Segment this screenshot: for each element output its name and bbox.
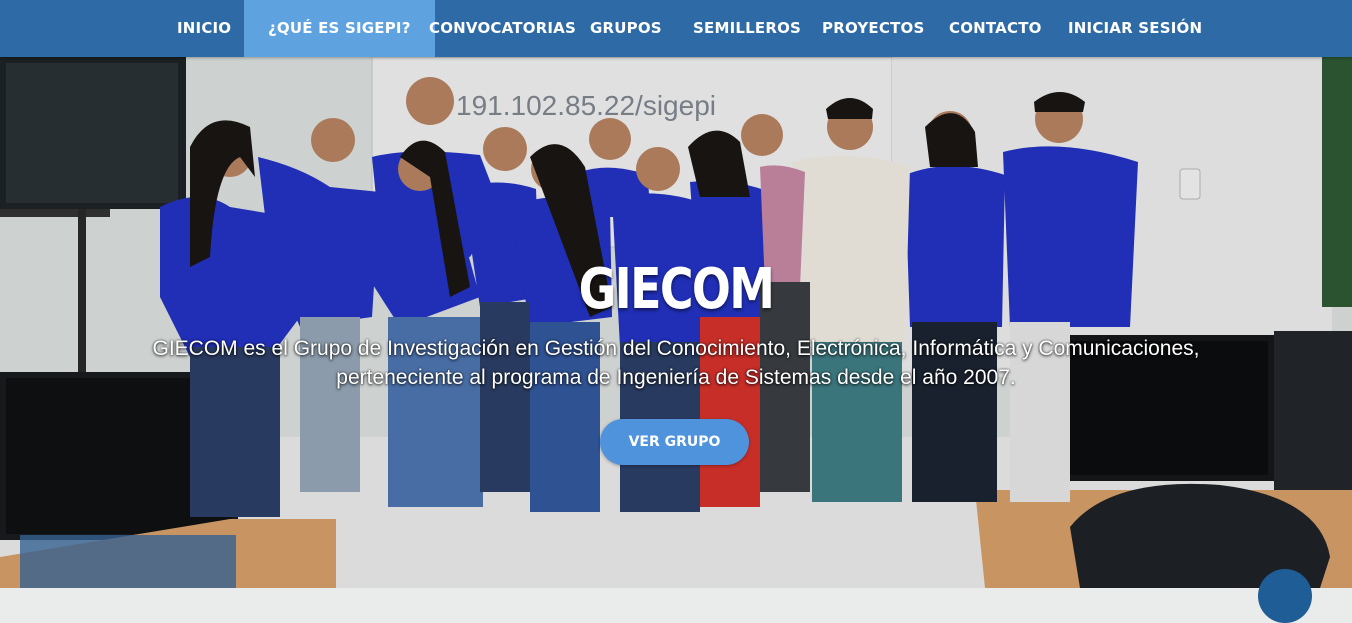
top-navbar: INICIO ¿QUÉ ES SIGEPI? CONVOCATORIAS GRU… (0, 0, 1352, 57)
hero-description: GIECOM es el Grupo de Investigación en G… (100, 334, 1252, 392)
ver-grupo-button[interactable]: VER GRUPO (600, 419, 749, 465)
hero-banner: 191.102.85.22/sigepi GIECOM GIECOM es el… (0, 57, 1352, 588)
nav-item-iniciar-sesion[interactable]: INICIAR SESIÓN (1044, 0, 1226, 57)
nav-item-inicio[interactable]: INICIO (153, 0, 255, 57)
scroll-to-top-button[interactable] (1258, 569, 1312, 623)
nav-item-grupos[interactable]: GRUPOS (566, 0, 686, 57)
hero-description-line1: GIECOM es el Grupo de Investigación en G… (152, 337, 1200, 360)
hero-photo: 191.102.85.22/sigepi (0, 57, 1352, 588)
hero-title: GIECOM (578, 257, 775, 322)
hero-description-line2: perteneciente al programa de Ingeniería … (336, 366, 1016, 389)
